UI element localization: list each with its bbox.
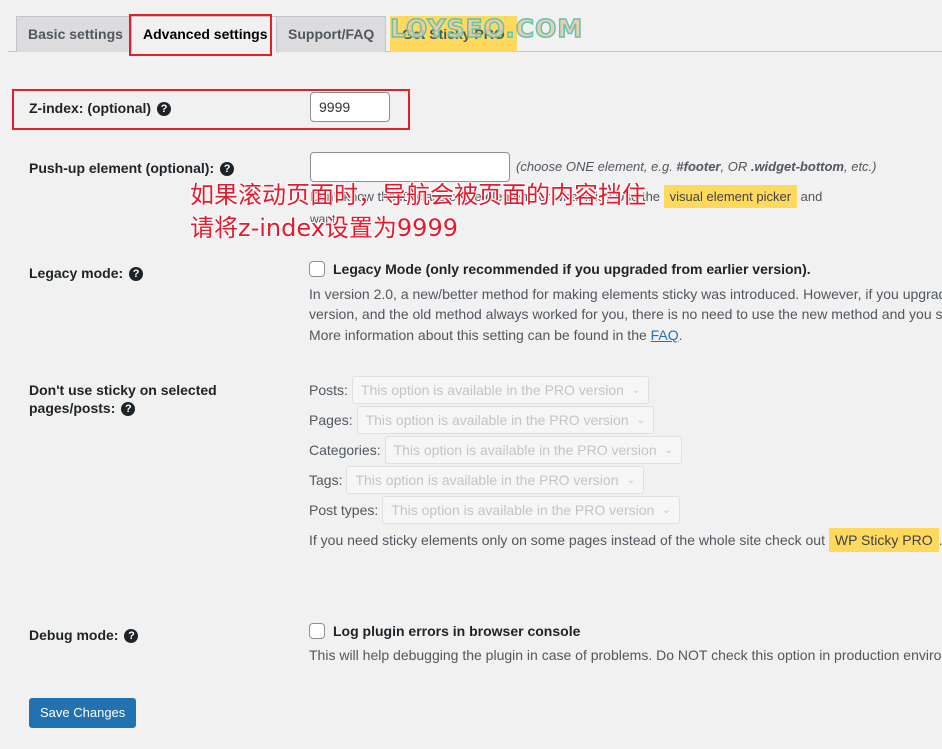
post-types-label: Post types: bbox=[309, 502, 379, 518]
help-icon[interactable]: ? bbox=[129, 267, 144, 281]
help-icon[interactable]: ? bbox=[220, 162, 235, 176]
zindex-input[interactable] bbox=[310, 92, 390, 122]
dont-use-label-line1: Don't use sticky on selected bbox=[29, 382, 217, 398]
tags-select-row: Tags: This option is available in the PR… bbox=[309, 465, 644, 495]
legacy-mode-checkbox-label[interactable]: Legacy Mode (only recommended if you upg… bbox=[333, 261, 811, 277]
pushup-label: Push-up element (optional):? bbox=[29, 159, 235, 177]
zindex-label: Z-index: (optional)? bbox=[29, 99, 172, 117]
select-value: This option is available in the PRO vers… bbox=[355, 472, 619, 488]
wp-sticky-pro-link[interactable]: WP Sticky PRO bbox=[828, 528, 939, 552]
annotation-line1: 如果滚动页面时，导航会被页面的内容挡住 bbox=[190, 181, 646, 209]
chevron-down-icon: ⌄ bbox=[631, 384, 641, 396]
categories-select-row: Categories: This option is available in … bbox=[309, 435, 683, 465]
tab-support-faq[interactable]: Support/FAQ bbox=[276, 16, 387, 52]
annotation-line2: 请将z-index设置为9999 bbox=[190, 214, 458, 242]
select-value: This option is available in the PRO vers… bbox=[391, 502, 655, 518]
pushup-label-text: Push-up element (optional): bbox=[29, 160, 215, 176]
categories-label: Categories: bbox=[309, 442, 381, 458]
select-value: This option is available in the PRO vers… bbox=[365, 412, 629, 428]
posts-label: Posts: bbox=[309, 382, 348, 398]
pushup-hint: (choose ONE element, e.g. #footer, OR .w… bbox=[516, 157, 877, 177]
visual-element-picker-link[interactable]: visual element picker bbox=[663, 185, 798, 208]
tab-advanced-settings[interactable]: Advanced settings bbox=[131, 16, 280, 53]
select-value: This option is available in the PRO vers… bbox=[360, 382, 624, 398]
pages-select-row: Pages: This option is available in the P… bbox=[309, 405, 655, 435]
help-icon[interactable]: ? bbox=[124, 629, 139, 643]
desc-text: and bbox=[797, 189, 823, 204]
post-types-select[interactable]: This option is available in the PRO vers… bbox=[382, 496, 680, 524]
faq-link[interactable]: FAQ bbox=[651, 327, 679, 343]
pushup-input[interactable] bbox=[310, 152, 510, 182]
legacy-mode-checkbox[interactable] bbox=[309, 261, 325, 277]
legacy-desc-line1: In version 2.0, a new/better method for … bbox=[309, 286, 942, 302]
chevron-down-icon: ⌄ bbox=[626, 474, 635, 486]
dont-use-label-line2: pages/posts: bbox=[29, 400, 116, 416]
desc-text: . bbox=[678, 327, 683, 343]
hint-footer: #footer bbox=[676, 159, 721, 174]
legacy-label: Legacy mode:? bbox=[29, 264, 144, 282]
pages-select[interactable]: This option is available in the PRO vers… bbox=[356, 406, 655, 434]
legacy-desc-line2: version, and the old method always worke… bbox=[309, 306, 942, 322]
hint-text: , etc.) bbox=[843, 159, 877, 174]
hint-text: (choose ONE element, e.g. bbox=[516, 159, 677, 174]
note-text: . bbox=[939, 532, 942, 548]
tags-select[interactable]: This option is available in the PRO vers… bbox=[346, 466, 644, 494]
dont-use-sticky-label: Don't use sticky on selected pages/posts… bbox=[29, 381, 217, 417]
debug-label-text: Debug mode: bbox=[29, 627, 119, 643]
debug-desc: This will help debugging the plugin in c… bbox=[309, 647, 942, 663]
tab-basic-settings[interactable]: Basic settings bbox=[16, 16, 135, 52]
help-icon[interactable]: ? bbox=[157, 102, 172, 116]
posts-select[interactable]: This option is available in the PRO vers… bbox=[351, 376, 650, 404]
hint-text: , OR bbox=[720, 159, 751, 174]
posts-select-row: Posts: This option is available in the P… bbox=[309, 375, 650, 405]
zindex-label-text: Z-index: (optional) bbox=[29, 100, 152, 116]
categories-select[interactable]: This option is available in the PRO vers… bbox=[384, 436, 683, 464]
post-types-select-row: Post types: This option is available in … bbox=[309, 495, 680, 525]
legacy-desc-line3: More information about this setting can … bbox=[309, 325, 683, 345]
desc-text: More information about this setting can … bbox=[309, 327, 651, 343]
chevron-down-icon: ⌄ bbox=[664, 444, 674, 456]
legacy-label-text: Legacy mode: bbox=[29, 265, 124, 281]
debug-mode-checkbox-label[interactable]: Log plugin errors in browser console bbox=[333, 623, 580, 639]
pages-label: Pages: bbox=[309, 412, 353, 428]
chevron-down-icon: ⌄ bbox=[636, 414, 646, 426]
note-text: If you need sticky elements only on some… bbox=[309, 532, 829, 548]
tab-get-sticky-pro[interactable]: Get Sticky PRO bbox=[390, 16, 517, 52]
select-value: This option is available in the PRO vers… bbox=[393, 442, 657, 458]
help-icon[interactable]: ? bbox=[121, 402, 136, 416]
chevron-down-icon: ⌄ bbox=[662, 504, 671, 516]
hint-widget: .widget-bottom bbox=[750, 159, 844, 174]
tags-label: Tags: bbox=[309, 472, 343, 488]
pro-note: If you need sticky elements only on some… bbox=[309, 528, 942, 552]
settings-tabs: Basic settings Advanced settings Support… bbox=[0, 0, 942, 53]
debug-label: Debug mode:? bbox=[29, 626, 139, 644]
save-changes-button[interactable]: Save Changes bbox=[29, 698, 137, 728]
debug-mode-checkbox[interactable] bbox=[309, 623, 325, 639]
